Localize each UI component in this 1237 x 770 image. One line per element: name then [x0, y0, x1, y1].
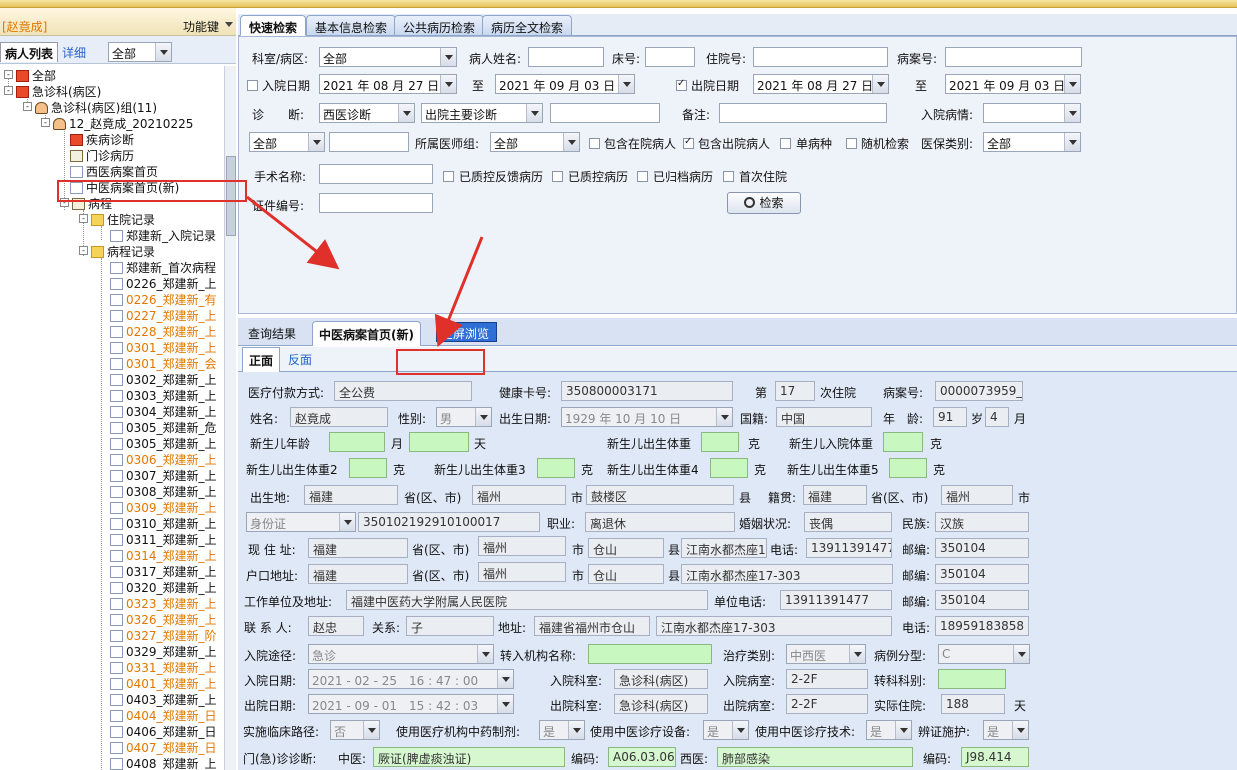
arrow-to-fullscreen — [434, 236, 484, 348]
app-window: { "left": { "user": "[赵竟成]", "func_label… — [0, 0, 1237, 770]
arrow-to-right — [246, 195, 340, 270]
annotation-arrows — [246, 195, 484, 348]
